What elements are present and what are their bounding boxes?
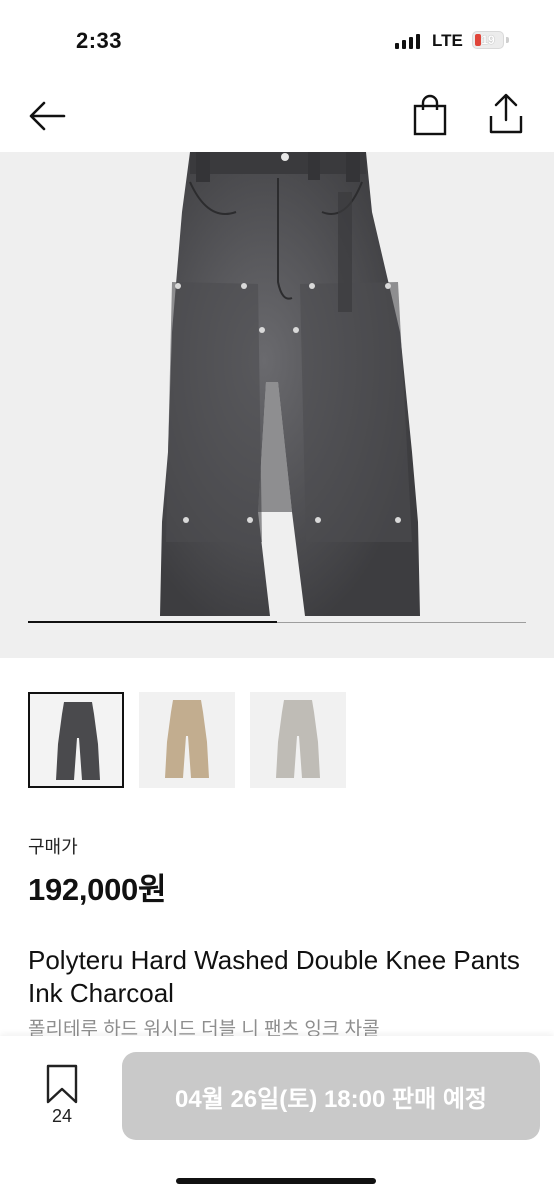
product-image <box>160 152 420 616</box>
wishlist-count: 24 <box>51 1106 73 1126</box>
status-bar: 2:33 LTE 19 <box>0 0 554 80</box>
carousel-progress <box>28 621 526 623</box>
share-button[interactable] <box>484 90 528 136</box>
thumbnail-image <box>56 702 100 780</box>
battery-level: 19 <box>481 33 495 47</box>
wishlist-button[interactable]: 24 <box>36 1062 88 1132</box>
signal-icon <box>395 33 420 49</box>
product-price: 192,000원 <box>28 872 167 907</box>
battery-icon: 19 <box>472 31 504 49</box>
thumbnail-charcoal[interactable] <box>28 692 124 788</box>
home-indicator <box>176 1178 376 1184</box>
color-variant-thumbnails <box>28 692 358 790</box>
thumbnail-image <box>165 700 209 778</box>
sale-schedule-button[interactable]: 04월 26일(토) 18:00 판매 예정 <box>122 1052 540 1140</box>
product-title: Polyteru Hard Washed Double Knee Pants I… <box>28 945 520 1008</box>
arrow-left-icon <box>29 101 66 131</box>
share-icon <box>489 93 523 134</box>
status-time: 2:33 <box>76 28 123 53</box>
shopping-bag-button[interactable] <box>408 92 452 136</box>
carrier-label: LTE <box>432 31 463 50</box>
back-button[interactable] <box>26 96 70 136</box>
price-label: 구매가 <box>28 837 78 857</box>
thumbnail-light-grey[interactable] <box>250 692 346 788</box>
thumbnail-tan[interactable] <box>139 692 235 788</box>
carousel-progress-fill <box>28 621 277 623</box>
shopping-bag-icon <box>413 94 447 136</box>
bottom-action-bar: 24 04월 26일(토) 18:00 판매 예정 <box>0 1036 554 1200</box>
battery-cap <box>506 37 509 43</box>
top-nav <box>0 86 554 146</box>
product-image-carousel[interactable] <box>0 152 554 658</box>
bookmark-icon <box>46 1064 78 1104</box>
thumbnail-image <box>276 700 320 778</box>
